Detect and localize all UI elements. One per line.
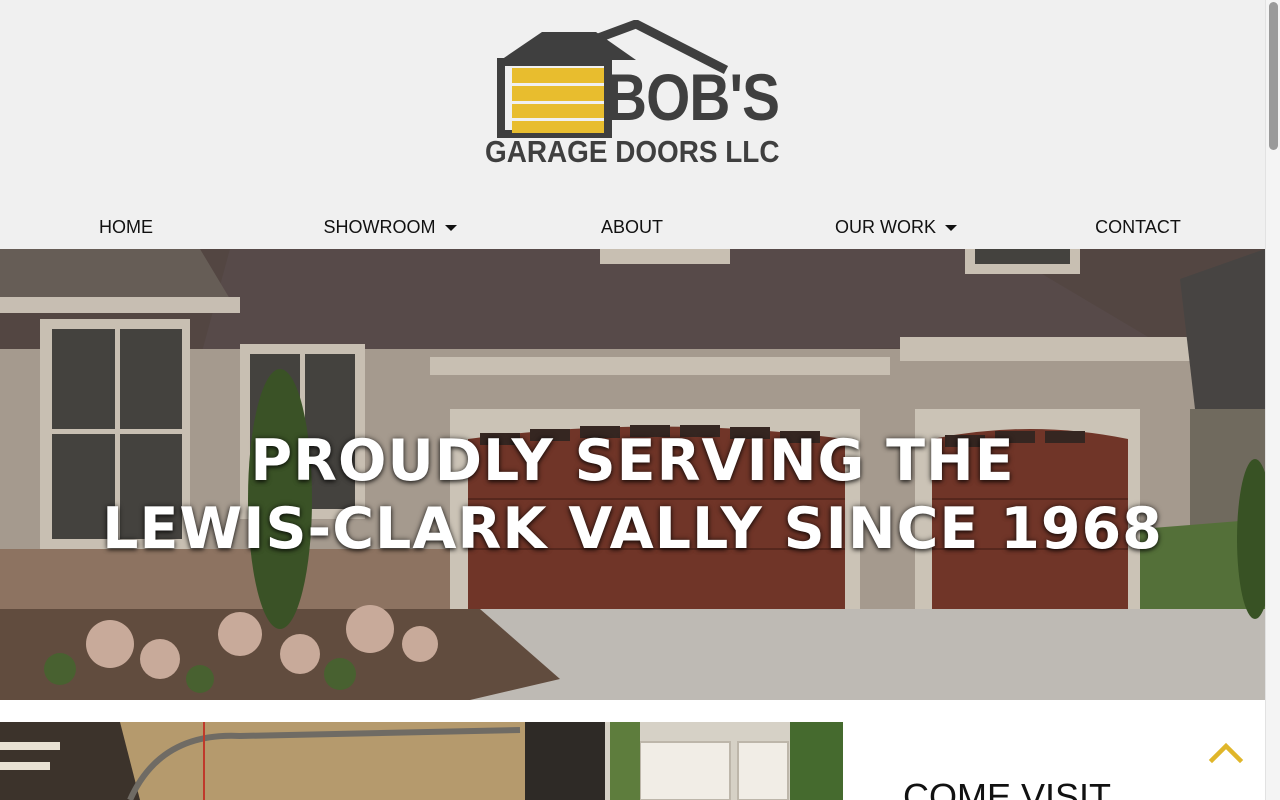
nav-showroom-label: SHOWROOM (323, 216, 436, 237)
nav-contact-label: CONTACT (1095, 216, 1181, 237)
brand-subtitle: GARAGE DOORS LLC (485, 134, 780, 169)
chevron-up-icon (1208, 742, 1244, 764)
hero-line-2: LEWIS-CLARK VALLY SINCE 1968 (102, 496, 1163, 562)
brand-name: BOB'S (606, 60, 780, 134)
nav-contact[interactable]: CONTACT (1048, 205, 1228, 249)
nav-about[interactable]: ABOUT (542, 205, 722, 249)
back-to-top-button[interactable] (1208, 738, 1244, 768)
nav-home-label: HOME (99, 216, 153, 237)
nav-about-label: ABOUT (600, 216, 663, 237)
brand-logo[interactable]: BOB'S GARAGE DOORS LLC (484, 20, 796, 170)
garage-interior-image (0, 722, 843, 800)
caret-down-icon (945, 225, 957, 231)
scrollbar-thumb[interactable] (1269, 2, 1278, 150)
hero-headline: PROUDLY SERVING THE LEWIS-CLARK VALLY SI… (0, 427, 1265, 563)
nav-showroom[interactable]: SHOWROOM (290, 205, 490, 249)
showroom-image (0, 722, 843, 800)
caret-down-icon (444, 225, 457, 231)
come-visit-heading: COME VISIT (903, 776, 1112, 800)
page-scrollbar[interactable] (1265, 0, 1280, 800)
hero-banner: PROUDLY SERVING THE LEWIS-CLARK VALLY SI… (0, 249, 1265, 700)
site-header: BOB'S GARAGE DOORS LLC HOME SHOWROOM ABO… (0, 0, 1265, 249)
nav-home[interactable]: HOME (36, 205, 216, 249)
hero-line-1: PROUDLY SERVING THE (250, 428, 1015, 494)
nav-our-work[interactable]: OUR WORK (796, 205, 996, 249)
nav-our-work-label: OUR WORK (835, 216, 936, 237)
main-nav: HOME SHOWROOM ABOUT OUR WORK CONTACT (0, 205, 1265, 249)
